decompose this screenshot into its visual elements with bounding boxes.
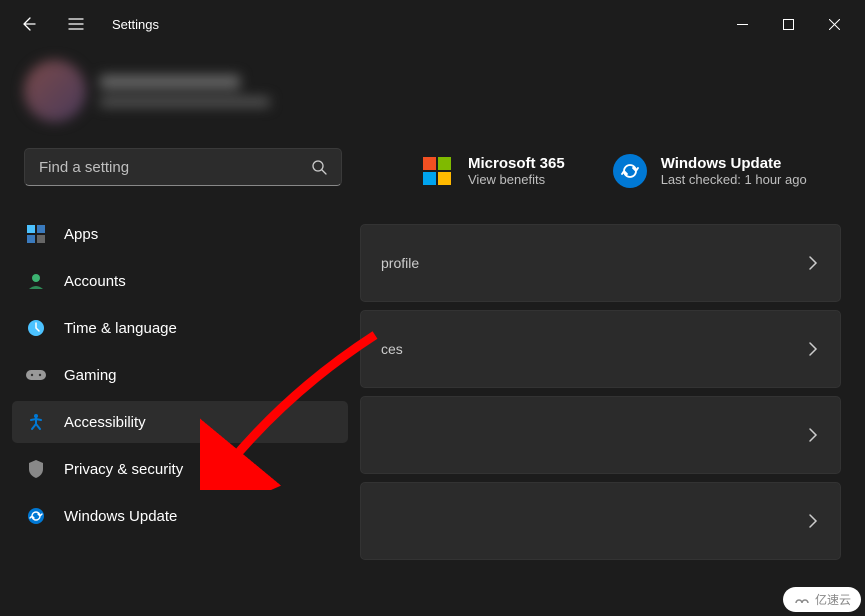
content-area: Microsoft 365 View benefits Windows Upda…: [360, 144, 841, 560]
back-button[interactable]: [8, 4, 48, 44]
sidebar-item-label: Gaming: [64, 367, 117, 384]
apps-icon: [26, 224, 46, 244]
search-box[interactable]: [24, 148, 342, 186]
card-label: ces: [381, 341, 403, 357]
settings-card[interactable]: profile: [360, 224, 841, 302]
accessibility-icon: [26, 412, 46, 432]
sidebar-item-label: Accounts: [64, 273, 126, 290]
hamburger-icon: [68, 17, 84, 31]
menu-button[interactable]: [56, 4, 96, 44]
chevron-right-icon: [808, 513, 818, 529]
privacy-security-icon: [26, 459, 46, 479]
sidebar: Apps Accounts Time & language Gaming Acc…: [0, 208, 360, 542]
minimize-icon: [737, 19, 748, 30]
search-input[interactable]: [39, 159, 311, 176]
watermark-icon: [793, 594, 811, 606]
settings-card[interactable]: [360, 482, 841, 560]
sidebar-item-time-language[interactable]: Time & language: [12, 307, 348, 349]
window-title: Settings: [112, 17, 159, 32]
sidebar-item-gaming[interactable]: Gaming: [12, 354, 348, 396]
promo-microsoft-365[interactable]: Microsoft 365 View benefits: [420, 154, 565, 188]
back-arrow-icon: [20, 16, 36, 32]
chevron-right-icon: [808, 255, 818, 271]
minimize-button[interactable]: [719, 8, 765, 40]
sidebar-item-privacy-security[interactable]: Privacy & security: [12, 448, 348, 490]
search-icon: [311, 159, 327, 175]
sidebar-item-label: Privacy & security: [64, 461, 183, 478]
gaming-icon: [26, 365, 46, 385]
windows-update-promo-icon: [613, 154, 647, 188]
promo-title: Windows Update: [661, 155, 807, 172]
sidebar-item-label: Apps: [64, 226, 98, 243]
card-label: profile: [381, 255, 419, 271]
maximize-icon: [783, 19, 794, 30]
sidebar-item-label: Accessibility: [64, 414, 146, 431]
chevron-right-icon: [808, 341, 818, 357]
close-button[interactable]: [811, 8, 857, 40]
promo-subtitle: Last checked: 1 hour ago: [661, 172, 807, 187]
avatar: [24, 60, 86, 122]
watermark: 亿速云: [783, 587, 861, 612]
sidebar-item-apps[interactable]: Apps: [12, 213, 348, 255]
user-profile[interactable]: [0, 48, 865, 130]
sidebar-item-windows-update[interactable]: Windows Update: [12, 495, 348, 537]
titlebar: Settings: [0, 0, 865, 48]
sidebar-item-accessibility[interactable]: Accessibility: [12, 401, 348, 443]
sidebar-item-label: Windows Update: [64, 508, 177, 525]
settings-card[interactable]: ces: [360, 310, 841, 388]
chevron-right-icon: [808, 427, 818, 443]
sidebar-item-label: Time & language: [64, 320, 177, 337]
windows-update-icon: [26, 506, 46, 526]
sidebar-item-accounts[interactable]: Accounts: [12, 260, 348, 302]
profile-text: [100, 75, 270, 107]
maximize-button[interactable]: [765, 8, 811, 40]
time-language-icon: [26, 318, 46, 338]
promo-title: Microsoft 365: [468, 155, 565, 172]
microsoft-365-icon: [420, 154, 454, 188]
watermark-text: 亿速云: [815, 591, 851, 608]
close-icon: [829, 19, 840, 30]
settings-card[interactable]: [360, 396, 841, 474]
promo-windows-update[interactable]: Windows Update Last checked: 1 hour ago: [613, 154, 807, 188]
promo-subtitle: View benefits: [468, 172, 565, 187]
accounts-icon: [26, 271, 46, 291]
